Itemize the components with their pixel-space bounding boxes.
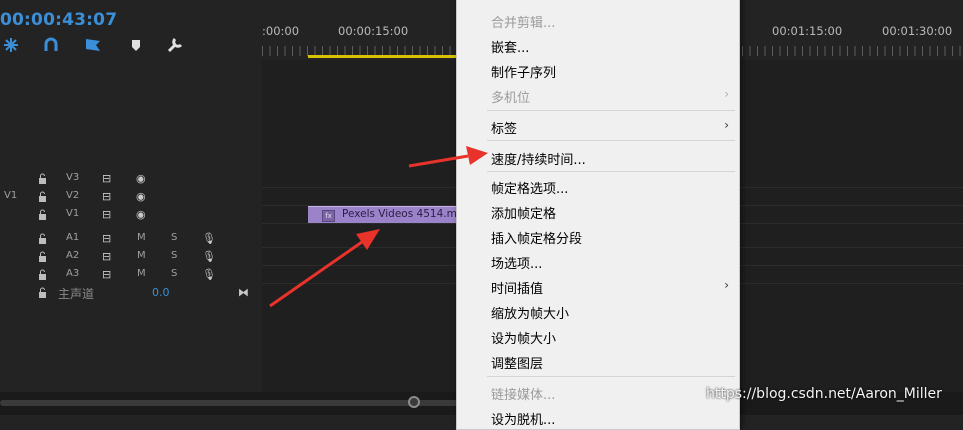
ruler-label: 00:01:15:00 (772, 24, 843, 38)
track-row-a2[interactable]: A2 ⊟ M S 🎙 (0, 249, 262, 266)
lock-icon[interactable] (38, 191, 47, 202)
track-row-a1[interactable]: A1 ⊟ M S 🎙 (0, 231, 262, 248)
microphone-icon[interactable]: 🎙 (202, 232, 216, 245)
submenu-arrow-icon: › (724, 118, 729, 132)
settings-wrench-icon[interactable] (166, 36, 184, 54)
track-header-panel: 00:00:43:07 V3 ⊟ ◉ V1 V2 ⊟ ◉ V1 ⊟ ◉ A1 ⊟ (0, 0, 262, 415)
linked-selection-icon[interactable] (42, 36, 60, 54)
track-name: V2 (66, 190, 80, 201)
snap-icon[interactable] (2, 36, 20, 54)
go-to-end-icon[interactable]: ⧓ (238, 286, 249, 299)
track-row-a3[interactable]: A3 ⊟ M S 🎙 (0, 267, 262, 284)
solo-button[interactable]: S (171, 232, 177, 243)
track-row-v2[interactable]: V1 V2 ⊟ ◉ (0, 189, 262, 206)
sync-lock-icon[interactable]: ⊟ (102, 172, 111, 185)
menu-item-add-frame-hold[interactable]: 添加帧定格 (491, 203, 556, 222)
fx-badge: fx (322, 210, 335, 222)
track-name: V1 (66, 208, 80, 219)
master-track-name: 主声道 (58, 287, 95, 301)
sync-lock-icon[interactable]: ⊟ (102, 208, 111, 221)
menu-item-frame-hold-options[interactable]: 帧定格选项... (491, 178, 568, 197)
menu-item-make-offline[interactable]: 设为脱机... (491, 409, 555, 428)
solo-button[interactable]: S (171, 250, 177, 261)
track-row-v1[interactable]: V1 ⊟ ◉ (0, 207, 262, 224)
menu-separator (487, 110, 735, 111)
sync-lock-icon[interactable]: ⊟ (102, 232, 111, 245)
video-clip[interactable]: fx Pexels Videos 4514.mp4 (308, 206, 458, 223)
menu-item-field-options[interactable]: 场选项... (491, 253, 542, 272)
scrollbar-track[interactable] (0, 400, 460, 406)
menu-item-speed-duration[interactable]: 速度/持续时间... (491, 149, 586, 168)
menu-item-label[interactable]: 标签 (491, 118, 517, 137)
menu-item-set-to-frame-size[interactable]: 设为帧大小 (491, 328, 556, 347)
clip-name: Pexels Videos 4514.mp4 (342, 208, 458, 220)
menu-separator (487, 376, 735, 377)
watermark: https://blog.csdn.net/Aaron_Miller (706, 386, 942, 402)
track-name: A1 (66, 232, 80, 243)
eye-icon[interactable]: ◉ (136, 172, 146, 185)
microphone-icon[interactable]: 🎙 (202, 250, 216, 263)
sync-lock-icon[interactable]: ⊟ (102, 250, 111, 263)
lock-icon[interactable] (38, 251, 47, 262)
track-row-master[interactable]: 主声道 0.0 ⧓ (0, 285, 262, 302)
track-name: A3 (66, 268, 80, 279)
lock-icon[interactable] (38, 287, 47, 298)
ruler-label: 00:00:15:00 (338, 24, 409, 38)
mute-button[interactable]: M (137, 250, 146, 261)
sync-lock-icon[interactable]: ⊟ (102, 268, 111, 281)
playhead-timecode[interactable]: 00:00:43:07 (0, 10, 117, 30)
submenu-arrow-icon: › (724, 87, 729, 101)
eye-icon[interactable]: ◉ (136, 190, 146, 203)
sync-lock-icon[interactable]: ⊟ (102, 190, 111, 203)
track-name: V3 (66, 172, 80, 183)
menu-item-insert-frame-hold-segment[interactable]: 插入帧定格分段 (491, 228, 582, 247)
lock-icon[interactable] (38, 233, 47, 244)
source-patch[interactable]: V1 (4, 190, 17, 201)
work-area-bar[interactable] (308, 55, 458, 58)
lock-icon[interactable] (38, 173, 47, 184)
menu-separator (487, 140, 735, 141)
lock-icon[interactable] (38, 269, 47, 280)
master-volume-value[interactable]: 0.0 (152, 286, 170, 299)
submenu-arrow-icon: › (724, 278, 729, 292)
lock-icon[interactable] (38, 209, 47, 220)
scrollbar-handle[interactable] (408, 396, 420, 408)
menu-item-nest[interactable]: 嵌套... (491, 37, 529, 56)
mute-button[interactable]: M (137, 268, 146, 279)
microphone-icon[interactable]: 🎙 (202, 268, 216, 281)
menu-item-time-interpolation[interactable]: 时间插值 (491, 278, 543, 297)
track-name: A2 (66, 250, 80, 261)
eye-icon[interactable]: ◉ (136, 208, 146, 221)
track-row-v3[interactable]: V3 ⊟ ◉ (0, 171, 262, 188)
clip-context-menu[interactable]: 合并剪辑... 嵌套... 制作子序列 多机位 › 标签 › 速度/持续时间..… (456, 0, 740, 430)
menu-item-adjustment-layer[interactable]: 调整图层 (491, 353, 543, 372)
marker-icon[interactable] (127, 36, 145, 54)
menu-item-merge-clips[interactable]: 合并剪辑... (491, 12, 555, 31)
add-marker-icon[interactable] (84, 36, 102, 54)
solo-button[interactable]: S (171, 268, 177, 279)
menu-item-link-media[interactable]: 链接媒体... (491, 384, 555, 403)
menu-item-multicamera[interactable]: 多机位 (491, 87, 530, 106)
menu-item-make-subsequence[interactable]: 制作子序列 (491, 62, 556, 81)
mute-button[interactable]: M (137, 232, 146, 243)
ruler-label: :00:00 (262, 24, 300, 38)
menu-separator (487, 171, 735, 172)
menu-item-scale-to-frame-size[interactable]: 缩放为帧大小 (491, 303, 569, 322)
ruler-label: 00:01:30:00 (882, 24, 953, 38)
